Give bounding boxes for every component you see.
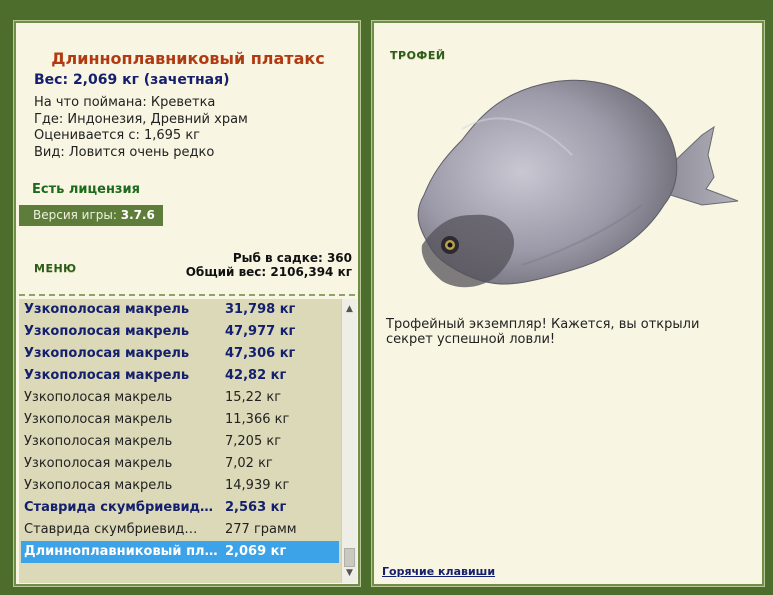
catch-list-item[interactable]: Узкополосая макрель 11,366 кг xyxy=(19,409,341,431)
valued-from: Оценивается с: 1,695 кг xyxy=(34,128,201,143)
divider xyxy=(19,294,355,296)
catch-fish-name: Узкополосая макрель xyxy=(24,412,173,427)
fish-weight: Вес: 2,069 кг (зачетная) xyxy=(34,72,230,88)
catch-fish-name: Узкополосая макрель xyxy=(24,434,173,449)
catch-fish-name: Узкополосая макрель xyxy=(24,478,173,493)
fish-count: Рыб в садке: 360 xyxy=(232,251,352,265)
catch-fish-weight: 42,82 кг xyxy=(225,368,287,383)
catch-stats: Рыб в садке: 360 Общий вес: 2106,394 кг xyxy=(186,251,352,279)
trophy-label: ТРОФЕЙ xyxy=(390,49,446,62)
catch-fish-name: Узкополосая макрель xyxy=(24,390,173,405)
catch-fish-name: Узкополосая макрель xyxy=(24,456,173,471)
catch-fish-weight: 14,939 кг xyxy=(225,478,290,493)
catch-list-item[interactable]: Узкополосая макрель 7,02 кг xyxy=(19,453,341,475)
catch-fish-weight: 47,306 кг xyxy=(225,346,296,361)
trophy-message: Трофейный экземпляр! Кажется, вы открыли… xyxy=(386,317,700,347)
catch-fish-name: Узкополосая макрель xyxy=(24,346,190,361)
catch-fish-name: Ставрида скумбриевид… xyxy=(24,522,198,537)
catch-list-item[interactable]: Ставрида скумбриевид… 277 грамм xyxy=(19,519,341,541)
fish-image xyxy=(417,79,739,288)
catch-fish-name: Узкополосая макрель xyxy=(24,302,190,317)
fish-details: На что поймана: Креветка Где: Индонезия,… xyxy=(34,95,248,161)
catch-list[interactable]: Узкополосая макрель 31,798 кг Узкополосая … xyxy=(19,299,341,583)
rarity: Вид: Ловится очень редко xyxy=(34,144,215,160)
fish-info-panel: Длиннoплавниковый платакс Вес: 2,069 кг … xyxy=(13,20,361,587)
catch-fish-weight: 31,798 кг xyxy=(225,302,296,317)
total-weight: Общий вес: 2106,394 кг xyxy=(185,265,352,279)
catch-list-item[interactable]: Длиннoплавниковый пл… 2,069 кг xyxy=(21,541,339,563)
catch-fish-weight: 2,563 кг xyxy=(225,500,287,515)
catch-fish-weight: 7,02 кг xyxy=(225,456,273,471)
catch-fish-name: Узкополосая макрель xyxy=(24,368,190,383)
catch-fish-name: Длиннoплавниковый пл… xyxy=(24,544,218,559)
catch-list-item[interactable]: Узкополосая макрель 47,306 кг xyxy=(19,343,341,365)
catch-fish-weight: 7,205 кг xyxy=(225,434,282,449)
catch-fish-name: Ставрида скумбриевид… xyxy=(24,500,214,515)
catch-list-item[interactable]: Узкополосая макрель 42,82 кг xyxy=(19,365,341,387)
fish-title: Длиннoплавниковый платакс xyxy=(51,49,325,68)
catch-fish-weight: 47,977 кг xyxy=(225,324,296,339)
trophy-panel: ТРОФЕЙ Трофейный экземпляр! Кажется, вы … xyxy=(371,20,765,587)
catch-fish-name: Узкополосая макрель xyxy=(24,324,190,339)
hotkeys-link[interactable]: Горячие клавиши xyxy=(382,565,495,578)
scroll-down-icon[interactable]: ▼ xyxy=(342,565,357,581)
menu-button[interactable]: МЕНЮ xyxy=(34,262,77,275)
catch-list-item[interactable]: Узкополосая макрель 15,22 кг xyxy=(19,387,341,409)
scrollbar[interactable]: ▲ ▼ xyxy=(341,299,357,583)
catch-list-item[interactable]: Узкополосая макрель 7,205 кг xyxy=(19,431,341,453)
catch-list-item[interactable]: Ставрида скумбриевид… 2,563 кг xyxy=(19,497,341,519)
version-label: Версия игры: xyxy=(33,208,117,222)
catch-fish-weight: 2,069 кг xyxy=(225,544,287,559)
catch-fish-weight: 277 грамм xyxy=(225,522,297,537)
catch-list-item[interactable]: Узкополосая макрель 14,939 кг xyxy=(19,475,341,497)
scroll-up-icon[interactable]: ▲ xyxy=(342,301,357,317)
catch-list-item[interactable]: Узкополосая макрель 47,977 кг xyxy=(19,321,341,343)
caught-with: На что поймана: Креветка xyxy=(34,95,216,110)
catch-location: Где: Индонезия, Древний храм xyxy=(34,111,248,127)
catch-list-item[interactable]: Узкополосая макрель 31,798 кг xyxy=(19,299,341,321)
catch-fish-weight: 15,22 кг xyxy=(225,390,282,405)
version-bar: Версия игры: 3.7.6 xyxy=(19,205,163,226)
license-status: Есть лицензия xyxy=(32,182,140,197)
catch-fish-weight: 11,366 кг xyxy=(225,412,290,427)
version-value: 3.7.6 xyxy=(120,208,155,222)
